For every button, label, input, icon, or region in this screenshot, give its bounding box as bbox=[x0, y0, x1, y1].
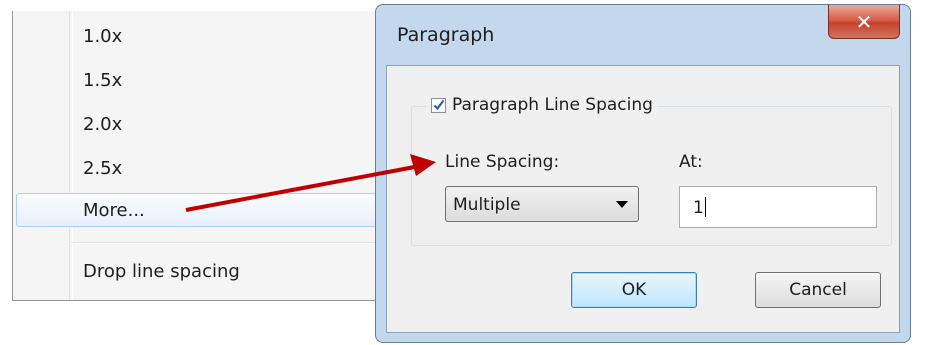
at-input[interactable]: 1 bbox=[679, 186, 877, 228]
chevron-down-icon bbox=[616, 201, 628, 208]
menu-gutter bbox=[69, 11, 73, 300]
dialog-body: Paragraph Line Spacing Line Spacing: At:… bbox=[386, 65, 900, 333]
at-input-value-wrap: 1 bbox=[693, 197, 706, 218]
text-caret bbox=[704, 197, 706, 217]
cancel-button[interactable]: Cancel bbox=[755, 272, 881, 308]
at-label: At: bbox=[679, 152, 703, 172]
close-x-icon: ✕ bbox=[855, 9, 873, 34]
menu-item-2-0x[interactable]: 2.0x bbox=[83, 107, 122, 143]
checkmark-icon bbox=[433, 99, 445, 110]
dialog-title: Paragraph bbox=[397, 24, 495, 46]
menu-item-drop-line-spacing[interactable]: Drop line spacing bbox=[83, 254, 240, 290]
line-spacing-label: Line Spacing: bbox=[445, 152, 560, 172]
menu-item-2-5x[interactable]: 2.5x bbox=[83, 151, 122, 187]
menu-item-more[interactable]: More... bbox=[16, 193, 379, 227]
paragraph-line-spacing-checkbox[interactable] bbox=[431, 97, 446, 113]
line-spacing-value: Multiple bbox=[453, 195, 521, 215]
group-legend[interactable]: Paragraph Line Spacing bbox=[427, 95, 657, 115]
menu-item-1-5x[interactable]: 1.5x bbox=[83, 63, 122, 99]
group-label: Paragraph Line Spacing bbox=[452, 95, 653, 115]
menu-item-1-0x[interactable]: 1.0x bbox=[83, 19, 122, 55]
menu-separator bbox=[71, 242, 377, 244]
line-spacing-select[interactable]: Multiple bbox=[445, 186, 639, 222]
ok-button[interactable]: OK bbox=[571, 272, 697, 308]
close-button[interactable]: ✕ bbox=[828, 5, 900, 39]
at-input-value: 1 bbox=[693, 198, 704, 218]
menu-item-more-label: More... bbox=[83, 200, 145, 221]
line-spacing-menu: 1.0x 1.5x 2.0x 2.5x More... Drop line sp… bbox=[12, 11, 382, 301]
paragraph-dialog: Paragraph ✕ Paragraph Line Spacing Line … bbox=[375, 4, 911, 343]
